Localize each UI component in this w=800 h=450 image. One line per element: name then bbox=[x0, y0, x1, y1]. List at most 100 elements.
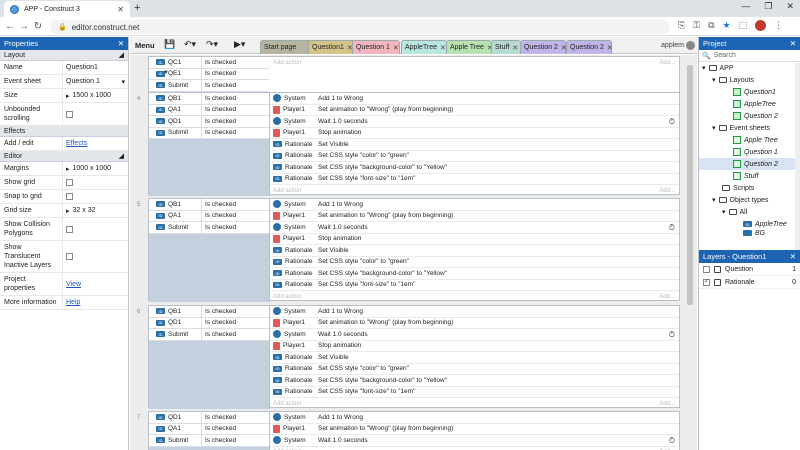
event-block[interactable]: 7 ID QD1 Is checked ID QA1 Is checked ID Submit I… bbox=[137, 411, 680, 450]
action-row[interactable]: System Wait 1.0 seconds bbox=[270, 116, 679, 128]
layer-row[interactable]: ✓ Rationale 0 bbox=[699, 276, 800, 289]
help-link[interactable]: Help bbox=[66, 299, 80, 306]
action-row[interactable]: ID Rationale Set CSS style "background-col… bbox=[270, 162, 679, 174]
document-tab[interactable]: Start page bbox=[260, 40, 312, 54]
minimize-icon[interactable]: — bbox=[741, 1, 750, 12]
event-sheet-scrollbar[interactable] bbox=[687, 55, 693, 450]
action-row[interactable]: Player1 Set animation to "Wrong" (play fr… bbox=[270, 424, 679, 435]
action-row[interactable]: ID Rationale Set CSS style "font-size" to … bbox=[270, 280, 679, 291]
prop-unbounded[interactable]: Unbounded scrolling bbox=[0, 103, 128, 126]
tree-app[interactable]: ▾ APP bbox=[699, 62, 800, 74]
undo-icon[interactable]: ↶▾ bbox=[184, 39, 196, 50]
view-link[interactable]: View bbox=[66, 281, 81, 288]
action-row[interactable]: ID Rationale Set CSS style "color" to "gre… bbox=[270, 364, 679, 375]
extensions-icon[interactable]: ⬚ bbox=[739, 20, 748, 31]
translucent-checkbox[interactable] bbox=[66, 253, 73, 260]
condition-row[interactable]: ID Submit Is checked bbox=[149, 222, 269, 234]
action-row[interactable]: ID Rationale Set Visible bbox=[270, 352, 679, 364]
tree-object-appletree[interactable]: ID AppleTree bbox=[699, 218, 800, 230]
collision-checkbox[interactable] bbox=[66, 225, 73, 233]
close-tab-icon[interactable]: ✕ bbox=[393, 44, 399, 52]
condition-row[interactable]: ID Submit Is checked bbox=[149, 127, 269, 139]
close-layers-icon[interactable]: ✕ bbox=[790, 252, 796, 261]
condition-row[interactable]: ID Submit Is checked bbox=[149, 329, 269, 341]
tree-sheet-appletree[interactable]: Apple Tree bbox=[699, 134, 800, 146]
document-tab[interactable]: Question 2 ✕ bbox=[566, 40, 613, 54]
condition-row[interactable]: ID QD1 Is checked bbox=[149, 116, 269, 128]
close-project-icon[interactable]: ✕ bbox=[790, 39, 796, 48]
section-layout[interactable]: Layout ◢ bbox=[0, 50, 128, 61]
prop-value[interactable]: Question1 bbox=[62, 61, 128, 74]
new-tab-icon[interactable]: + bbox=[134, 2, 140, 14]
lock-icon[interactable] bbox=[714, 278, 721, 286]
prop-snap[interactable]: Snap to grid bbox=[0, 190, 128, 204]
add-short-link[interactable]: Add... bbox=[659, 294, 675, 300]
effects-link[interactable]: Effects bbox=[66, 140, 87, 147]
dropdown-arrow-icon[interactable]: ▾ bbox=[121, 78, 125, 86]
prop-collision[interactable]: Show Collision Polygons bbox=[0, 218, 128, 241]
action-row[interactable]: Player1 Set animation to "Wrong" (play fr… bbox=[270, 105, 679, 116]
expand-arrow-icon[interactable]: ▾ bbox=[712, 196, 716, 204]
add-short-link[interactable]: Add... bbox=[659, 188, 675, 194]
condition-row[interactable]: ID QA1 Is checked bbox=[149, 423, 269, 435]
action-row[interactable]: System Wait 1.0 seconds bbox=[270, 435, 679, 447]
condition-row[interactable]: ID QA1 Is checked bbox=[149, 210, 269, 222]
section-effects[interactable]: Effects bbox=[0, 126, 128, 137]
document-tab[interactable]: AppleTree ✕ bbox=[401, 40, 447, 54]
expand-arrow-icon[interactable]: ▸ bbox=[66, 165, 70, 173]
back-icon[interactable]: ← bbox=[3, 21, 17, 32]
action-row[interactable]: ID Rationale Set CSS style "font-size" to … bbox=[270, 174, 679, 185]
event-sheet[interactable]: ID QC1 Is checked ID QE1 Is checked ID Submit Is… bbox=[130, 55, 697, 450]
redo-icon[interactable]: ↷▾ bbox=[206, 39, 218, 50]
action-row[interactable]: Player1 Stop animation bbox=[270, 234, 679, 245]
unbounded-checkbox[interactable] bbox=[66, 110, 73, 118]
event-block[interactable]: 5 ID QB1 Is checked ID QA1 Is checked ID Submit I… bbox=[137, 198, 680, 302]
action-row[interactable]: System Wait 1.0 seconds bbox=[270, 329, 679, 341]
close-tab-icon[interactable]: ✕ bbox=[607, 44, 613, 52]
action-row[interactable]: Player1 Stop animation bbox=[270, 341, 679, 352]
prop-translucent[interactable]: Show Translucent Inactive Layers bbox=[0, 241, 128, 273]
prop-margins[interactable]: Margins ▸ 1000 x 1000 bbox=[0, 162, 128, 176]
add-action-row[interactable]: Add actionAdd... bbox=[270, 447, 679, 450]
action-row[interactable]: Player1 Set animation to "Wrong" (play fr… bbox=[270, 318, 679, 329]
restore-icon[interactable]: ❐ bbox=[764, 1, 772, 12]
action-row[interactable]: ID Rationale Set Visible bbox=[270, 139, 679, 151]
close-window-icon[interactable]: ✕ bbox=[786, 1, 794, 12]
install-app-icon[interactable]: ⎘ bbox=[678, 20, 685, 31]
action-row[interactable]: Player1 Set animation to "Wrong" (play fr… bbox=[270, 211, 679, 222]
prop-project-properties[interactable]: Project properties View bbox=[0, 273, 128, 296]
tree-layouts[interactable]: ▾ Layouts bbox=[699, 74, 800, 86]
add-action-link[interactable]: Add action bbox=[273, 188, 301, 194]
prop-value[interactable]: 32 x 32 bbox=[73, 207, 96, 214]
action-row[interactable]: ID Rationale Set CSS style "background-col… bbox=[270, 268, 679, 280]
play-icon[interactable]: ▶▾ bbox=[234, 39, 245, 50]
condition-row[interactable]: ID QB1 Is checked bbox=[149, 93, 269, 105]
prop-grid-size[interactable]: Grid size ▸ 32 x 32 bbox=[0, 204, 128, 218]
add-action-row[interactable]: Add actionAdd... bbox=[270, 398, 679, 409]
add-action-link[interactable]: Add action bbox=[273, 401, 301, 407]
prop-more-info[interactable]: More information Help bbox=[0, 296, 128, 310]
action-row[interactable]: ID Rationale Set CSS style "color" to "gre… bbox=[270, 257, 679, 268]
prop-value[interactable]: Question 1 bbox=[66, 78, 100, 85]
tree-layout-question1[interactable]: Question1 bbox=[699, 86, 800, 98]
action-row[interactable]: ID Rationale Set CSS style "background-col… bbox=[270, 375, 679, 387]
prop-event-sheet[interactable]: Event sheet Question 1 ▾ bbox=[0, 75, 128, 89]
tree-object-types[interactable]: ▾ Object types bbox=[699, 194, 800, 206]
section-editor[interactable]: Editor ◢ bbox=[0, 151, 128, 162]
project-scrollbar[interactable] bbox=[795, 63, 800, 250]
prop-show-grid[interactable]: Show grid bbox=[0, 176, 128, 190]
add-action-row[interactable]: Add actionAdd... bbox=[270, 291, 679, 302]
action-row[interactable]: ID Rationale Set CSS style "font-size" to … bbox=[270, 387, 679, 398]
add-action-link[interactable]: Add action bbox=[273, 60, 301, 66]
document-tab[interactable]: Apple Tree ✕ bbox=[446, 40, 493, 54]
bookmark-star-icon[interactable]: ★ bbox=[723, 20, 731, 31]
tree-object-bg[interactable]: BG bbox=[699, 230, 800, 236]
key-icon[interactable]: ⚿ bbox=[693, 20, 700, 31]
save-icon[interactable]: 💾 bbox=[164, 39, 175, 50]
add-action-row[interactable]: Add action Add... bbox=[270, 185, 679, 196]
prop-value[interactable]: 1500 x 1000 bbox=[73, 92, 112, 99]
expand-arrow-icon[interactable]: ▸ bbox=[66, 207, 70, 215]
close-properties-icon[interactable]: ✕ bbox=[118, 39, 124, 48]
document-tab[interactable]: Stuff ✕ bbox=[491, 40, 521, 54]
condition-row[interactable]: ID QC1 Is checked bbox=[149, 57, 269, 69]
